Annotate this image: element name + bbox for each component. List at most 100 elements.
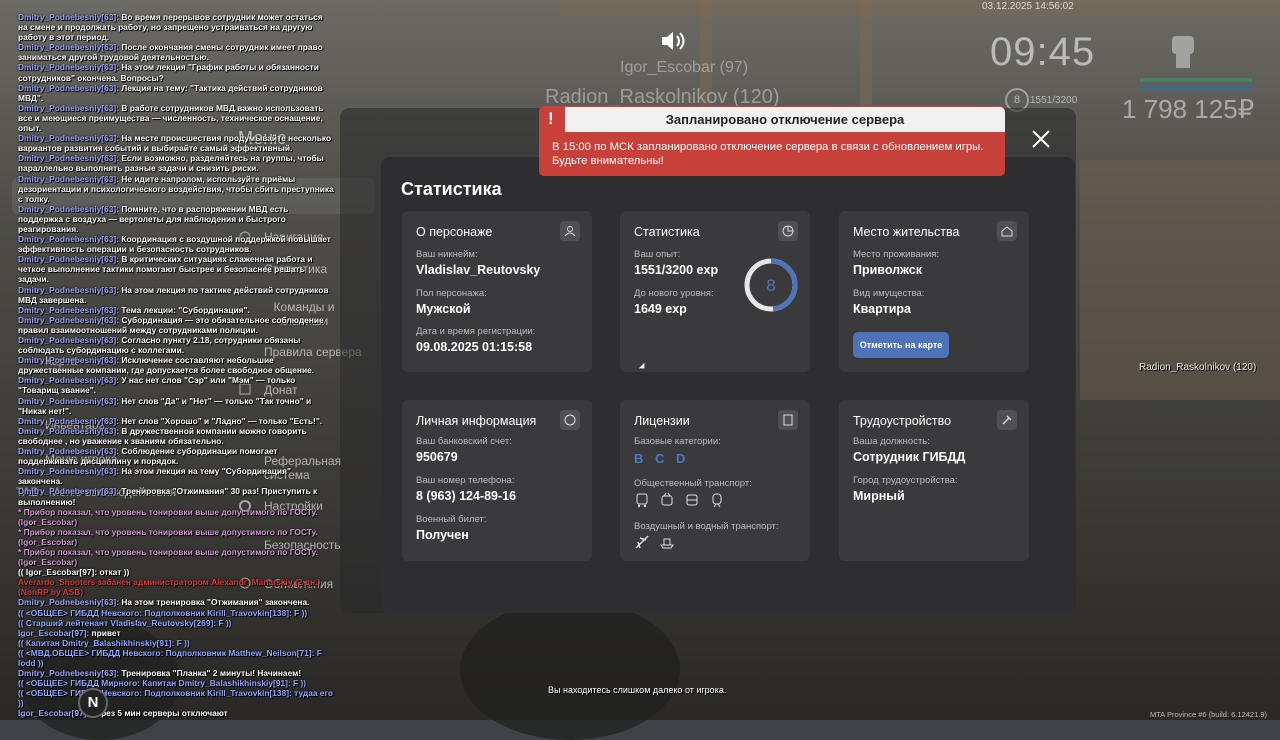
next-value: 1649 exp	[634, 302, 687, 316]
server-shutdown-alert: ! Запланировано отключение сервера В 15:…	[539, 106, 1005, 176]
card-title: О персонаже	[416, 225, 493, 239]
chat-text: Тренировка "Планка" 2 минуты! Начинаем!	[119, 668, 302, 679]
gender-label: Пол персонажа:	[416, 288, 487, 299]
chat-line: Dmitry_Podnebesniy[63]: У нас нет слов "…	[18, 375, 334, 395]
chat-line: Dmitry_Podnebesniy[63]: Помните, что в р…	[18, 204, 334, 234]
chat-line: Dmitry_Podnebesniy[63]: Не идите напроло…	[18, 174, 334, 204]
chat-nick: Dmitry_Podnebesniy[63]:	[18, 314, 119, 325]
card-title: Личная информация	[416, 414, 537, 428]
chat-text: (( <ОБЩЕЕ> ГИБДД Мирного: Капитан Dmitry…	[18, 678, 307, 689]
chat-nick: Dmitry_Podnebesniy[63]:	[18, 42, 119, 53]
position-value: Сотрудник ГИБДД	[853, 450, 966, 464]
chat-line: Dmitry_Podnebesniy[63]: На этом лекция "…	[18, 62, 334, 82]
chat-text: * Прибор показал, что уровень тонировки …	[18, 546, 318, 568]
status-message: Вы находитесь слишком далеко от игрока.	[548, 685, 727, 695]
armor-bar	[1140, 86, 1252, 90]
chat-line: * Прибор показал, что уровень тонировки …	[18, 547, 334, 567]
chat-nick: Dmitry_Podnebesniy[63]:	[18, 486, 119, 497]
chat-line: Igor_Escobar[97]: привет	[18, 628, 334, 638]
reg-value: 09.08.2025 01:15:58	[416, 340, 533, 354]
air-label: Воздушный и водный транспорт:	[634, 521, 779, 532]
chat-line: Dmitry_Podnebesniy[63]: Нет слов "Да" и …	[18, 396, 334, 416]
chat-line: Dmitry_Podnebesniy[63]: Лекция на тему: …	[18, 83, 334, 103]
speaker-icon	[660, 30, 686, 57]
chat-line: (( <ОБЩЕЕ> ГИБДД Мирного: Капитан Dmitry…	[18, 678, 334, 688]
player-nametag: Radion_Raskolnikov (120)	[1139, 362, 1257, 373]
chat-line: Dmitry_Podnebesniy[63]: Согласно пункту …	[18, 335, 334, 355]
type-value: Квартира	[853, 302, 911, 316]
type-label: Вид имущества:	[853, 288, 925, 299]
chat-nick: Dmitry_Podnebesniy[63]:	[18, 284, 119, 295]
card-licenses: Лицензии Базовые категории: B C D Общест…	[620, 400, 810, 561]
card-residence: Место жительства Место проживания: Приво…	[839, 211, 1029, 372]
hammer-icon	[997, 410, 1017, 430]
card-personal: Личная информация Ваш банковский счет: 9…	[402, 400, 592, 561]
chat-line: Averardo_Shooters забанен администраторо…	[18, 577, 334, 597]
alert-exclamation-icon: !	[548, 109, 554, 128]
card-title: Лицензии	[634, 414, 690, 428]
chat-nick: Dmitry_Podnebesniy[63]:	[18, 102, 119, 113]
chat-line: Dmitry_Podnebesniy[63]: В критических си…	[18, 254, 334, 284]
build-info: MTA Province #6 (build: 6.12421.9)	[1150, 710, 1268, 719]
chat-nick: Dmitry_Podnebesniy[63]:	[18, 466, 119, 477]
chat-nick: Dmitry_Podnebesniy[63]:	[18, 82, 119, 93]
level-value: 8	[766, 276, 775, 295]
chat-line: Dmitry_Podnebesniy[63]: Координация с во…	[18, 234, 334, 254]
chat-nick: Dmitry_Podnebesniy[63]:	[18, 12, 119, 22]
chat-line: Igor_Escobar[97]: через 5 мин серверы от…	[18, 708, 334, 718]
close-icon[interactable]	[1030, 128, 1052, 150]
chat-nick: Dmitry_Podnebesniy[63]:	[18, 355, 119, 366]
air-water-icons	[634, 534, 675, 550]
health-bar	[1140, 78, 1252, 82]
nick-value: Vladislav_Reutovsky	[416, 263, 541, 277]
exp-label: Ваш опыт:	[634, 249, 681, 260]
chat-line: Dmitry_Podnebesniy[63]: На этом трениров…	[18, 597, 334, 607]
chat-nick: Igor_Escobar[97]:	[18, 627, 90, 638]
base-label: Базовые категории:	[634, 436, 721, 447]
hud-datetime: 03.12.2025 14:56:02	[982, 1, 1074, 12]
statistics-panel: Статистика О персонаже Ваш никнейм: Vlad…	[381, 157, 1075, 613]
bus-icon	[634, 492, 650, 508]
chat-line: Dmitry_Podnebesniy[63]: Если возможно, р…	[18, 153, 334, 173]
hud-money: 1 798 125₽	[1122, 94, 1255, 124]
chat-text: через 5 мин серверы отключают	[89, 708, 228, 719]
card-title: Трудоустройство	[853, 414, 952, 428]
reg-label: Дата и время регистрации:	[416, 326, 536, 337]
home-icon	[997, 221, 1017, 241]
tram-icon	[684, 492, 700, 508]
nick-label: Ваш никнейм:	[416, 249, 478, 260]
mark-on-map-button[interactable]: Отметить на карте	[853, 332, 949, 358]
chat-nick: Dmitry_Podnebesniy[63]:	[18, 304, 119, 315]
public-transport-icons	[634, 492, 725, 508]
hud-exp: 1551/3200	[1030, 95, 1078, 106]
chat-text: (( <ОБЩЕЕ> ГИБДД Невского: Подполковник …	[18, 607, 308, 618]
place-value: Приволжск	[853, 263, 922, 277]
chat-nick: Dmitry_Podnebesniy[63]:	[18, 335, 119, 345]
chat-nick: Dmitry_Podnebesniy[63]:	[18, 203, 119, 214]
bank-value: 950679	[416, 450, 458, 464]
chat-text: (( <МВД.ОБЩЕЕ> ГИБДД Невского: Подполков…	[18, 647, 322, 668]
chat-line: Dmitry_Podnebesniy[63]: На этом лекция п…	[18, 285, 334, 305]
id-card-icon	[778, 410, 798, 430]
chat-text: Тема лекции: "Субординация".	[119, 304, 250, 315]
chat-nick: Dmitry_Podnebesniy[63]:	[18, 668, 119, 679]
chat-line: Dmitry_Podnebesniy[63]: В дружественной …	[18, 426, 334, 446]
card-employment: Трудоустройство Ваша должность: Сотрудни…	[839, 400, 1029, 561]
airplane-icon	[634, 534, 650, 550]
chat-log: Dmitry_Podnebesniy[63]: Во время перерыв…	[18, 12, 334, 719]
chat-line: Dmitry_Podnebesniy[63]: Тема лекции: "Су…	[18, 305, 334, 315]
chat-line: (( Igor_Escobar[97]: откат ))	[18, 567, 334, 577]
chat-text: привет	[89, 627, 121, 638]
chat-text: На этом тренировка "Отжимания" закончена…	[119, 597, 310, 608]
phone-label: Ваш номер телефона:	[416, 475, 515, 486]
card-persona: О персонаже Ваш никнейм: Vladislav_Reuto…	[402, 211, 592, 372]
card-title: Место жительства	[853, 225, 960, 239]
chat-line: Dmitry_Podnebesniy[63]: Во время перерыв…	[18, 12, 334, 42]
chat-text: (( <ОБЩЕЕ> ГИБДД Невского: Подполковник …	[18, 688, 334, 709]
chat-nick: Dmitry_Podnebesniy[63]:	[18, 446, 119, 457]
chat-line: Dmitry_Podnebesniy[63]: Нет слов "Хорошо…	[18, 416, 334, 426]
pie-chart-icon	[778, 221, 798, 241]
chat-line: (( <ОБЩЕЕ> ГИБДД Невского: Подполковник …	[18, 608, 334, 618]
chat-line: Dmitry_Podnebesniy[63]: Тренировка "Отжи…	[18, 486, 334, 506]
chat-nick: Dmitry_Podnebesniy[63]:	[18, 234, 119, 245]
